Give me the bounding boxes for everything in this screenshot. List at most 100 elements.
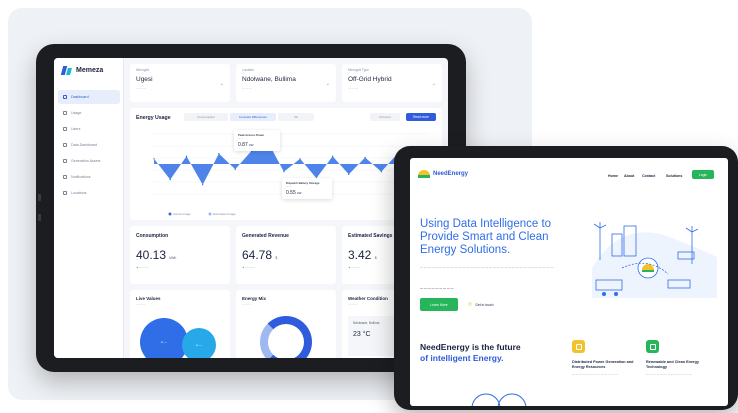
usage-point	[202, 184, 204, 186]
tooltip-peak: Peak Access Power ― ― 0.87 kW	[234, 130, 280, 151]
nav-home[interactable]: Home	[608, 174, 618, 178]
sidebar-nav: Dashboard Usage Users Data Dashboard Gen…	[58, 90, 120, 202]
tablet-button	[38, 194, 41, 201]
stat-unit: kWh	[169, 256, 177, 260]
location-icon	[63, 191, 67, 195]
stat-value: 40.13 kWh	[136, 248, 224, 262]
bell-icon	[63, 175, 67, 179]
nav-contact[interactable]: Contact	[642, 174, 655, 178]
sidebar-item-label: Users	[71, 127, 81, 131]
tooltip-number: 0.87	[238, 142, 248, 148]
generation-icon	[63, 159, 67, 163]
sidebar-item-label: Data Dashboard	[71, 143, 98, 147]
brand-name: NeedEnergy	[433, 171, 469, 177]
power-generation-icon	[572, 340, 585, 353]
chevron-down-icon: ⌄	[431, 81, 436, 87]
stat-number: 40.13	[136, 248, 167, 262]
tooltip-unit: kW	[249, 143, 254, 147]
smart-city-illustration	[592, 222, 718, 298]
microgrid-type-select[interactable]: Microgrid Type Off-Grid Hybrid ― ― ― ⌄	[342, 64, 442, 102]
hero-tagline: ― ― ― ― ― ― ― ― ―	[420, 286, 454, 290]
nav-solutions[interactable]: Solutions	[666, 174, 682, 178]
filter-value: Ugesi	[136, 76, 153, 83]
learn-more-button[interactable]: Learn More	[420, 298, 458, 311]
hero-paragraph: ― ― ― ― ― ― ― ― ― ― ― ― ― ― ― ― ― ― ― ― …	[420, 265, 554, 269]
legend-swatch	[168, 212, 172, 216]
stat-value: 64.78 $	[242, 248, 330, 262]
sidebar-item-label: Locations	[71, 191, 87, 195]
needenergy-logo[interactable]: NeedEnergy	[418, 170, 468, 178]
sidebar-item-locations[interactable]: Locations	[58, 186, 120, 200]
read-more-button[interactable]: Read more	[406, 113, 436, 121]
future-heading-accent: of intelligent Energy.	[420, 353, 504, 363]
card-title: Live Values	[136, 296, 161, 301]
get-in-touch-link[interactable]: ✆ Get in touch	[468, 302, 494, 308]
stat-trend: ▲ ― ― ―	[242, 266, 255, 269]
live-value-bubble: ● ―	[182, 328, 216, 358]
chart-title: Energy Usage	[136, 115, 171, 121]
usage-point	[332, 155, 334, 157]
usage-point	[218, 153, 220, 155]
future-heading: NeedEnergy is the future of intelligent …	[420, 342, 550, 364]
sidebar-item-usage[interactable]: Usage	[58, 106, 120, 120]
logo-mark-icon	[60, 66, 73, 75]
sidebar-item-label: Usage	[71, 111, 82, 115]
live-value-bubble: ● ―	[140, 318, 188, 358]
tab-forecast-differences[interactable]: Forecast Differences	[230, 113, 276, 121]
period-dropdown[interactable]: 24 hours	[370, 113, 400, 121]
dashboard-icon	[63, 95, 67, 99]
memeza-logo[interactable]: Memeza	[60, 66, 103, 75]
sidebar-item-dashboard[interactable]: Dashboard	[58, 90, 120, 104]
filter-sub: ― ― ―	[242, 86, 252, 90]
legend-label: Actual Usage	[173, 212, 191, 216]
dashboard-screen: Memeza Dashboard Usage Users Data Dashbo…	[54, 58, 448, 358]
stat-number: 3.42	[348, 248, 372, 262]
usage-point	[153, 158, 155, 160]
usage-point	[364, 156, 366, 159]
users-icon	[63, 127, 67, 131]
energy-mix-donut	[260, 316, 312, 358]
live-values-card: Live Values ― ― ― ● ― ● ―	[130, 290, 230, 358]
sidebar-item-data-dashboard[interactable]: Data Dashboard	[58, 138, 120, 152]
stat-unit: $	[275, 256, 278, 260]
stage: Memeza Dashboard Usage Users Data Dashbo…	[0, 0, 738, 413]
feature-distributed-power: Distributed Power Generation and Energy …	[572, 340, 638, 376]
filter-sub: ― ― ―	[348, 86, 358, 90]
microgrid-select[interactable]: Microgrid Ugesi ― ― ― ⌄	[130, 64, 230, 102]
sidebar-item-label: Dashboard	[71, 95, 89, 99]
tablet-website: NeedEnergy Home About Contact Solutions …	[394, 146, 738, 410]
tooltip-unit: kW	[297, 191, 302, 195]
stat-generated-revenue: Generated Revenue 64.78 $ ▲ ― ― ―	[236, 226, 336, 284]
usage-point	[169, 179, 171, 181]
filter-value: Off-Grid Hybrid	[348, 76, 392, 83]
filter-value: Ndolwane, Bullima	[242, 76, 296, 83]
chevron-down-icon: ⌄	[219, 81, 224, 87]
tab-consumption[interactable]: Consumption	[184, 113, 228, 121]
stat-title: Generated Revenue	[242, 233, 289, 239]
feature-title: Distributed Power Generation and Energy …	[572, 360, 634, 369]
stat-number: 64.78	[242, 248, 273, 262]
sidebar-item-generation-assets[interactable]: Generation Assets	[58, 154, 120, 168]
data-icon	[63, 143, 67, 147]
sun-logo-icon	[418, 170, 430, 178]
stat-title: Consumption	[136, 233, 169, 239]
login-button[interactable]: Login	[692, 170, 714, 179]
tooltip-sub: ― ―	[286, 185, 292, 188]
sidebar-item-label: Generation Assets	[71, 159, 101, 163]
sidebar-item-notifications[interactable]: Notifications	[58, 170, 120, 184]
filter-all-dropdown[interactable]: All	[278, 113, 314, 121]
feature-renewable-energy: Renewable and Clean Energy Technology ― …	[646, 340, 712, 376]
card-sub: ― ― ―	[242, 303, 252, 306]
legend-label: Estimated Usage	[213, 212, 236, 216]
usage-point	[348, 173, 350, 175]
tooltip-value: 0.55 kW	[286, 190, 328, 196]
tablet-button	[38, 214, 41, 221]
sidebar-item-users[interactable]: Users	[58, 122, 120, 136]
location-select[interactable]: Location Ndolwane, Bullima ― ― ― ⌄	[236, 64, 336, 102]
get-in-touch-label: Get in touch	[475, 303, 494, 307]
usage-point	[185, 155, 188, 157]
card-sub: ― ― ―	[136, 303, 146, 306]
usage-point	[234, 168, 236, 170]
sidebar-item-label: Notifications	[71, 175, 91, 179]
nav-about[interactable]: About	[624, 174, 634, 178]
